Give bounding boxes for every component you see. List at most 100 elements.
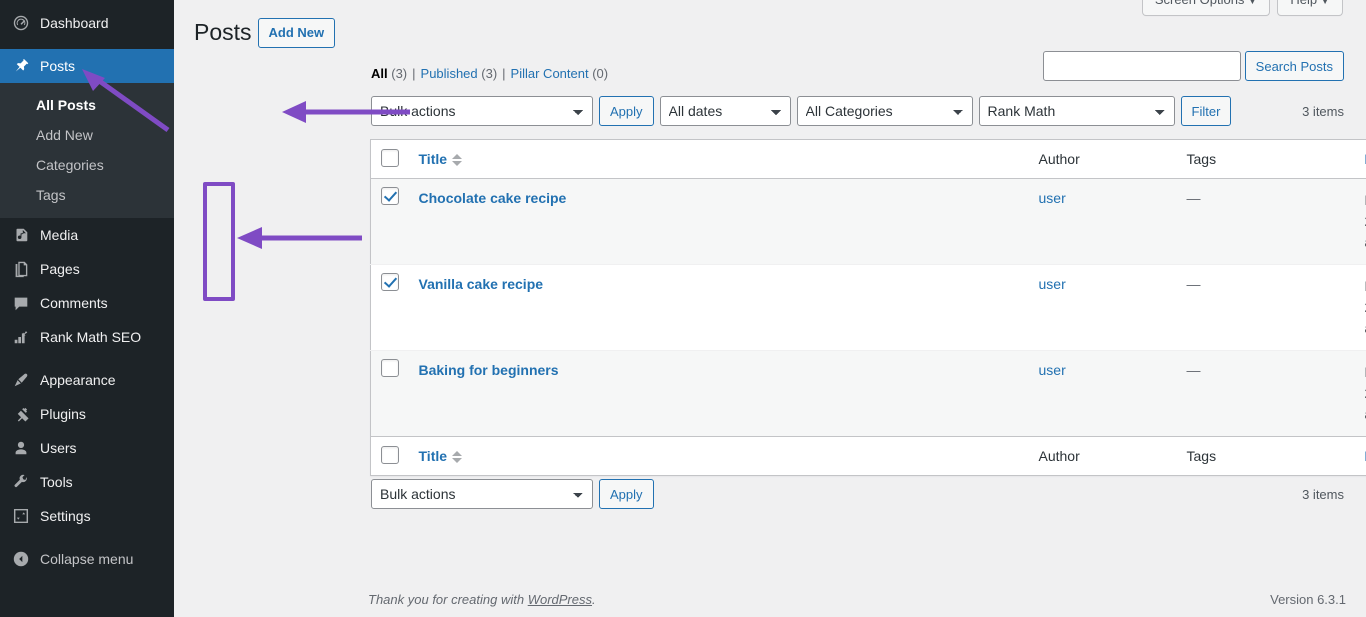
chevron-down-icon: ▼ [1320,0,1330,7]
search-box: Search Posts [1042,51,1344,81]
sidebar-subitem-tags[interactable]: Tags [0,180,174,210]
bulk-actions-select-bottom[interactable]: Bulk actions [371,479,593,509]
sidebar-item-settings[interactable]: Settings [0,499,174,533]
column-footer-date: Date [1354,436,1366,476]
view-pillar-content-link[interactable]: Pillar Content [511,66,589,81]
select-all-footer [370,436,409,476]
sidebar-item-users[interactable]: Users [0,431,174,465]
post-author-link[interactable]: user [1039,190,1066,206]
sidebar-subitem-all-posts[interactable]: All Posts [0,90,174,120]
row-checkbox-baking-for-beginners[interactable] [381,359,399,377]
sidebar-subitem-add-new[interactable]: Add New [0,120,174,150]
row-select-cell [371,179,409,265]
sidebar-item-label: Posts [40,58,76,74]
filter-category-select[interactable]: All Categories [796,96,973,126]
apply-button-top[interactable]: Apply [599,96,654,126]
sort-indicator-icon [452,451,463,463]
footer-thanks: Thank you for creating with WordPress. [368,592,596,607]
post-title-link[interactable]: Vanilla cake recipe [419,276,544,292]
view-pillar-content: Pillar Content (0) [511,66,609,81]
appearance-brush-icon [11,370,31,390]
bulk-actions-select-top[interactable]: Bulk actions [371,96,593,126]
sidebar-item-media[interactable]: Media [0,218,174,252]
sidebar-subitem-categories[interactable]: Categories [0,150,174,180]
views-divider: | [502,66,506,81]
sidebar-item-plugins[interactable]: Plugins [0,397,174,431]
post-tags-value: — [1186,362,1201,378]
view-published-link[interactable]: Published [421,66,478,81]
search-input[interactable] [1042,51,1241,81]
view-published-count: (3) [481,66,498,81]
help-label: Help [1290,0,1317,7]
search-posts-button[interactable]: Search Posts [1244,51,1344,81]
sidebar-item-pages[interactable]: Pages [0,252,174,286]
view-pillar-content-count: (0) [592,66,609,81]
displaying-num-top: 3 items [1302,103,1344,119]
table-footer-row: Title Author Tags Date [370,436,1366,476]
sidebar-item-rank-math-seo[interactable]: Rank Math SEO [0,320,174,354]
row-title-cell: Baking for beginners [408,350,1029,437]
table-head: Title Author Tags Date [370,139,1366,179]
sidebar-item-appearance[interactable]: Appearance [0,363,174,397]
sidebar-item-dashboard[interactable]: Dashboard [0,6,174,40]
page-title: Posts [194,19,252,46]
row-select-cell [370,350,409,437]
tablenav-top: Bulk actions Apply All dates All Categor… [371,96,1344,126]
tools-wrench-icon [11,472,31,492]
row-date-cell: Published 2023/10/11 at 9:06 am [1354,350,1366,437]
sidebar-item-label: Appearance [40,372,116,388]
post-title-link[interactable]: Baking for beginners [419,362,559,378]
sidebar-item-posts[interactable]: Posts [0,49,182,83]
post-tags-value: — [1186,190,1201,206]
row-tags-cell: — [1176,350,1355,437]
footer-thanks-prefix: Thank you for creating with [368,592,528,607]
sidebar-item-label: Media [40,227,79,243]
filter-rank-math-select[interactable]: Rank Math [978,96,1175,126]
row-date-cell: Published 2023/10/11 at 9:06 am [1354,264,1366,351]
row-date-cell: Published 2023/10/11 at 9:07 am [1355,179,1366,265]
sidebar-item-label: Rank Math SEO [40,329,142,345]
row-tags-cell: — [1177,179,1355,265]
sidebar-item-label: Dashboard [40,15,109,31]
collapse-menu-button[interactable]: Collapse menu [0,542,174,576]
post-author-link[interactable]: user [1039,276,1066,292]
users-icon [11,438,31,458]
views-divider: | [412,66,416,81]
table-row: Chocolate cake recipe user — Published 2… [370,178,1366,265]
filter-date-select[interactable]: All dates [659,96,791,126]
row-select-cell [370,264,409,351]
screen-options-button[interactable]: Screen Options▼ [1141,0,1271,16]
post-author-link[interactable]: user [1039,362,1066,378]
add-new-button[interactable]: Add New [257,18,336,48]
view-all-link[interactable]: All [371,66,388,81]
chevron-down-icon: ▼ [1247,0,1258,7]
sidebar-item-comments[interactable]: Comments [0,286,174,320]
sidebar-item-label: Comments [40,295,108,311]
apply-button-bottom[interactable]: Apply [599,479,654,509]
select-all-checkbox-bottom[interactable] [381,445,399,464]
row-checkbox-chocolate-cake-recipe[interactable] [381,187,399,205]
column-header-author: Author [1028,139,1177,179]
settings-sliders-icon [11,506,31,526]
sidebar-item-label: Tools [40,474,73,490]
sort-title-link-bottom[interactable]: Title [419,448,448,464]
table-foot: Title Author Tags Date [370,436,1366,476]
row-checkbox-vanilla-cake-recipe[interactable] [381,273,399,291]
post-tags-value: — [1186,276,1201,292]
column-footer-author: Author [1028,436,1177,476]
sidebar-item-tools[interactable]: Tools [0,465,174,499]
table-header-row: Title Author Tags Date [370,139,1366,179]
select-all-checkbox-top[interactable] [381,148,399,167]
help-button[interactable]: Help▼ [1277,0,1343,16]
column-header-tags: Tags [1176,139,1355,179]
row-tags-cell: — [1176,264,1355,351]
plugins-plug-icon [11,404,31,424]
filter-button[interactable]: Filter [1180,96,1232,126]
sidebar-item-label: Pages [40,261,80,277]
post-status-views: All (3) | Published (3) | Pillar Content… [371,66,608,81]
post-title-link[interactable]: Chocolate cake recipe [419,190,567,206]
wordpress-link[interactable]: WordPress [528,592,592,607]
footer-thanks-suffix: . [592,592,596,607]
view-all-count: (3) [391,66,408,81]
sort-title-link-top[interactable]: Title [419,151,448,167]
